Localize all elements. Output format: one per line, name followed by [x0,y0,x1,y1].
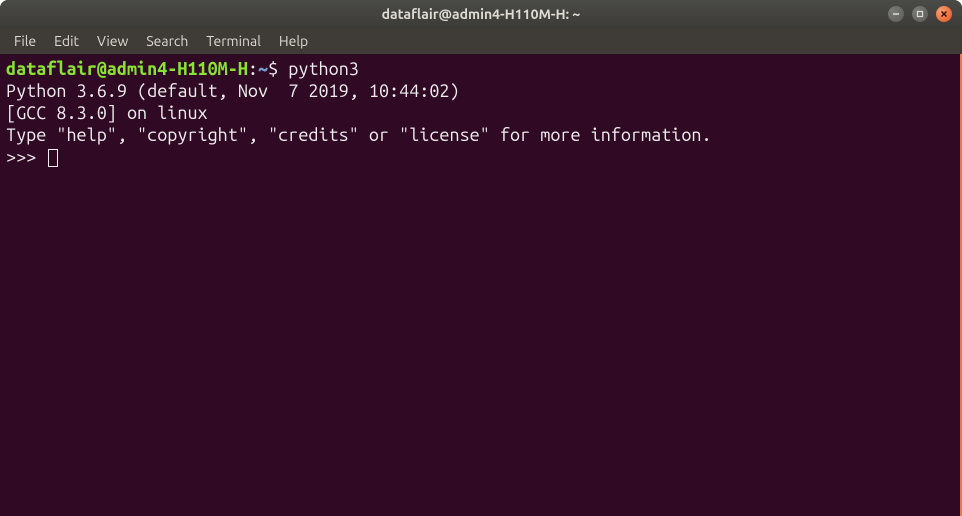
terminal-area[interactable]: dataflair@admin4-H110M-H:~$ python3 Pyth… [0,54,962,516]
menu-terminal[interactable]: Terminal [198,31,269,51]
output-line: Python 3.6.9 (default, Nov 7 2019, 10:44… [6,81,470,101]
entered-command: python3 [288,59,359,79]
menu-file[interactable]: File [6,31,44,51]
menu-edit[interactable]: Edit [46,31,87,51]
close-button[interactable] [936,6,952,22]
window-title: dataflair@admin4-H110M-H: ~ [0,6,962,22]
menu-view[interactable]: View [89,31,136,51]
terminal-window: dataflair@admin4-H110M-H: ~ File Edit Vi… [0,0,962,516]
repl-prompt: >>> [6,147,46,167]
menu-help[interactable]: Help [271,31,316,51]
maximize-button[interactable] [912,6,928,22]
prompt-separator: : [248,59,258,79]
close-icon [940,10,948,18]
minimize-button[interactable] [888,6,904,22]
titlebar[interactable]: dataflair@admin4-H110M-H: ~ [0,0,962,28]
output-line: Type "help", "copyright", "credits" or "… [6,125,712,145]
minimize-icon [892,10,900,18]
menu-search[interactable]: Search [138,31,196,51]
prompt-path: ~ [258,59,268,79]
output-line: [GCC 8.3.0] on linux [6,103,208,123]
text-cursor [48,149,58,167]
prompt-dollar: $ [268,59,278,79]
window-controls [888,6,962,22]
prompt-user-host: dataflair@admin4-H110M-H [6,59,248,79]
maximize-icon [916,10,924,18]
menubar: File Edit View Search Terminal Help [0,28,962,54]
